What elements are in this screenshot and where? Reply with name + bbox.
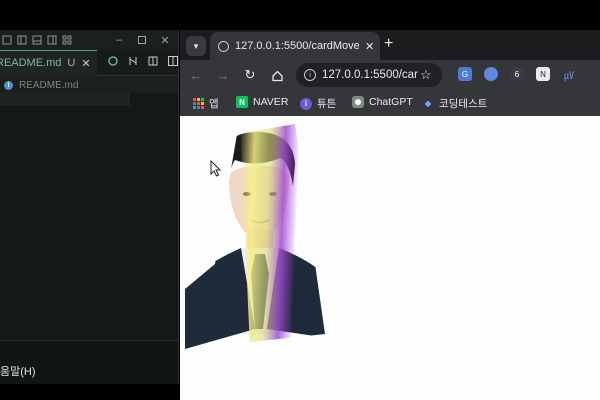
customize-layout-icon[interactable] [62, 35, 72, 45]
bookmark-label: ChatGPT [369, 96, 413, 108]
extension-icon[interactable] [484, 67, 498, 81]
coding-test-icon: ◆ [424, 99, 432, 108]
editor-tab-label: README.md [0, 57, 62, 69]
bookmark-label: 튜튼 [317, 98, 337, 110]
browser-toolbar: ← → ↻ i 127.0.0.1:5500/card ☆ G 6 N ㎶ [180, 60, 600, 90]
bookmark-label: 앱 [209, 98, 219, 110]
extension-logo-icon[interactable]: ㎶ [562, 67, 576, 82]
hologram-shimmer [240, 124, 300, 349]
translate-extension-icon[interactable]: G [458, 67, 472, 81]
home-icon[interactable] [269, 67, 285, 83]
bookmark-apps[interactable]: 앱 [192, 96, 219, 111]
browser-window: ▾ 127.0.0.1:5500/cardMove/inde ✕ + ← → ↻… [180, 30, 600, 400]
notion-icon[interactable]: N [536, 67, 550, 81]
close-tab-icon[interactable]: ✕ [365, 40, 374, 53]
extension-badge-icon[interactable]: 6 [510, 67, 524, 81]
bookmark-label: 코딩테스트 [439, 98, 488, 110]
chevron-down-icon: ▾ [193, 40, 199, 51]
toggle-panel-icon[interactable] [32, 35, 42, 45]
site-info-icon[interactable]: i [304, 69, 316, 81]
browser-tab-active[interactable]: 127.0.0.1:5500/cardMove/inde ✕ [210, 32, 380, 60]
toggle-sidebar-icon[interactable] [17, 35, 27, 45]
naver-icon: N [236, 96, 248, 108]
close-window-icon[interactable]: ✕ [160, 35, 170, 47]
extension-badge-count: 6 [514, 69, 520, 79]
breadcrumb-file[interactable]: README.md [19, 80, 78, 91]
forward-arrow-icon[interactable]: → [215, 67, 231, 83]
mouse-cursor-icon [210, 160, 222, 177]
bookmark-star-icon[interactable]: ☆ [420, 67, 432, 83]
open-preview-icon[interactable] [147, 54, 159, 72]
close-tab-icon[interactable]: ✕ [81, 57, 90, 70]
tab-strip: ▾ 127.0.0.1:5500/cardMove/inde ✕ + [180, 30, 600, 60]
globe-icon [218, 40, 229, 52]
new-tab-button[interactable]: + [384, 36, 393, 52]
bookmark-coding-test[interactable]: ◆ 코딩테스트 [422, 96, 487, 111]
compare-changes-icon[interactable] [127, 54, 139, 72]
apps-grid-icon [192, 98, 204, 110]
toggle-secondary-sidebar-icon[interactable] [47, 35, 57, 45]
split-editor-icon[interactable] [167, 54, 178, 72]
untracked-badge: U [67, 57, 76, 69]
bookmark-naver[interactable]: N NAVER [236, 96, 288, 108]
code-editor-window: – ✕ README.md U ✕ ⋯ i [0, 30, 179, 384]
help-menu-label[interactable]: 움말(H) [0, 363, 36, 379]
current-line-highlight [0, 93, 130, 106]
back-arrow-icon[interactable]: ← [188, 67, 204, 83]
layout-icon[interactable] [2, 35, 12, 45]
tutor-icon: i [300, 97, 312, 110]
source-control-icon[interactable] [107, 54, 119, 72]
editor-tab-bar: README.md U ✕ ⋯ [0, 49, 178, 76]
editor-tab-readme[interactable]: README.md U ✕ [0, 49, 97, 76]
id-photo-card[interactable] [185, 124, 335, 349]
bookmark-tutor[interactable]: i 튜튼 [300, 96, 336, 111]
info-icon: i [4, 80, 13, 90]
editor-bottom-panel: 움말(H) [0, 340, 178, 384]
bookmark-chatgpt[interactable]: ✺ ChatGPT [352, 96, 413, 108]
bookmarks-bar: 앱 N NAVER i 튜튼 ✺ ChatGPT ◆ 코딩테스트 [180, 90, 600, 117]
reload-icon[interactable]: ↻ [242, 67, 258, 83]
maximize-icon[interactable] [137, 35, 147, 45]
tab-search-button[interactable]: ▾ [186, 36, 206, 56]
editor-text-area[interactable] [0, 93, 178, 343]
bookmark-label: NAVER [253, 96, 289, 108]
breadcrumb: i README.md [0, 76, 178, 94]
page-viewport [180, 116, 600, 400]
address-text: 127.0.0.1:5500/card [322, 69, 418, 81]
editor-titlebar: – ✕ [0, 30, 178, 50]
browser-tab-title: 127.0.0.1:5500/cardMove/inde [235, 40, 359, 52]
chatgpt-icon: ✺ [352, 96, 364, 108]
minimize-icon[interactable]: – [114, 34, 124, 46]
